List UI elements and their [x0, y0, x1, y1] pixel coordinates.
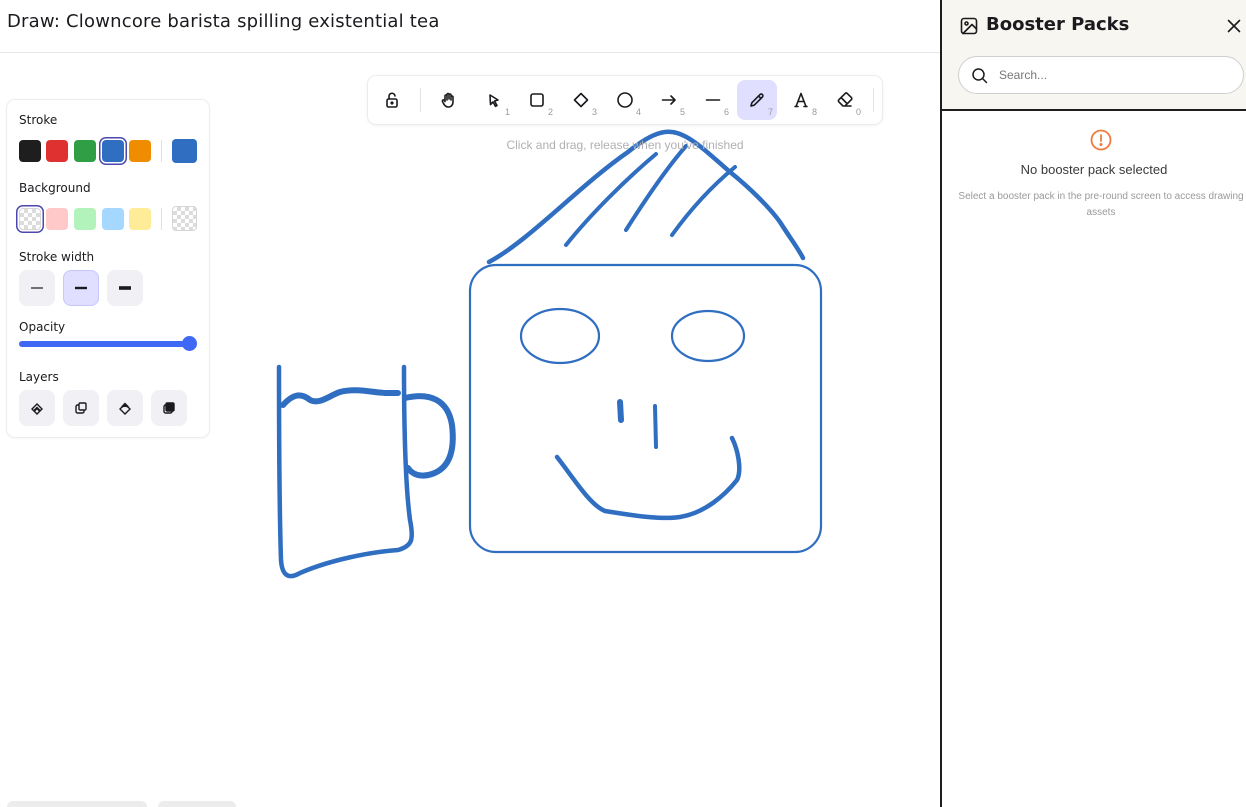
stroke-width-extra-bold-button[interactable]	[107, 270, 143, 306]
tool-arrow[interactable]: 5	[649, 80, 689, 120]
layers-label: Layers	[19, 370, 59, 384]
tool-eraser[interactable]: 0	[825, 80, 865, 120]
toolbar-divider	[873, 88, 874, 112]
stroke-width-bold-button[interactable]	[63, 270, 99, 306]
send-to-back-button[interactable]	[19, 390, 55, 426]
tool-shortcut: 7	[767, 107, 773, 117]
search-input[interactable]	[999, 65, 1229, 85]
sidebar-title: Booster Packs	[986, 14, 1130, 35]
rectangle-icon	[530, 93, 544, 107]
tool-hand[interactable]	[429, 80, 469, 120]
opacity-slider-thumb[interactable]	[182, 336, 197, 351]
pencil-icon	[750, 93, 764, 107]
tool-shortcut: 8	[811, 107, 817, 117]
page-title: Draw: Clowncore barista spilling existen…	[7, 11, 440, 32]
tool-shortcut: 6	[723, 107, 729, 117]
send-backward-button[interactable]	[63, 390, 99, 426]
tool-diamond[interactable]: 3	[561, 80, 601, 120]
tool-text[interactable]: 8	[781, 80, 821, 120]
canvas-hint: Click and drag, release when you've fini…	[506, 138, 744, 152]
bold-line-icon	[75, 286, 87, 290]
lock-icon	[386, 92, 398, 108]
background-swatch-yellow[interactable]	[129, 208, 151, 230]
background-label: Background	[19, 181, 91, 195]
line-icon	[705, 99, 721, 101]
tool-pencil[interactable]: 7	[737, 80, 777, 120]
bring-to-front-icon	[163, 402, 175, 414]
diamond-icon	[573, 92, 589, 108]
zoom-controls[interactable]	[7, 801, 147, 807]
empty-state-description: Select a booster pack in the pre-round s…	[958, 191, 1244, 218]
tool-ellipse[interactable]: 4	[605, 80, 645, 120]
swatch-divider	[161, 140, 162, 162]
tool-line[interactable]: 6	[693, 80, 733, 120]
stroke-width-label: Stroke width	[19, 250, 95, 264]
tool-rectangle[interactable]: 2	[517, 80, 557, 120]
tool-selection[interactable]: 1	[474, 80, 514, 120]
background-current-color[interactable]	[172, 206, 197, 231]
tool-lock[interactable]	[372, 80, 412, 120]
ellipse-icon	[617, 92, 633, 108]
bring-forward-button[interactable]	[107, 390, 143, 426]
alert-circle-icon	[1090, 129, 1112, 151]
extra-bold-line-icon	[119, 286, 131, 290]
opacity-label: Opacity	[19, 320, 66, 334]
toolbar-divider	[420, 88, 421, 112]
background-swatch-green[interactable]	[74, 208, 96, 230]
properties-panel: Stroke Background Stroke width Opacity L…	[7, 100, 209, 437]
empty-state-title: No booster pack selected	[1020, 162, 1168, 177]
selection-icon	[489, 94, 499, 108]
close-icon[interactable]	[1226, 18, 1242, 34]
bring-to-front-button[interactable]	[151, 390, 187, 426]
background-swatch-blue[interactable]	[102, 208, 124, 230]
search-box[interactable]	[958, 56, 1244, 94]
background-swatch-pink[interactable]	[46, 208, 68, 230]
stroke-width-thin-button[interactable]	[19, 270, 55, 306]
swatch-divider	[161, 208, 162, 230]
search-icon	[972, 68, 988, 84]
stroke-current-color[interactable]	[172, 139, 197, 163]
send-to-back-icon	[31, 403, 43, 415]
text-icon	[794, 92, 808, 108]
arrow-icon	[661, 95, 676, 105]
stroke-swatch-black[interactable]	[19, 140, 41, 162]
hand-icon	[441, 92, 454, 108]
stroke-swatch-green[interactable]	[74, 140, 96, 162]
tool-shortcut: 0	[855, 107, 861, 117]
tool-shortcut: 4	[635, 107, 641, 117]
image-icon	[960, 17, 978, 35]
sidebar-header: Booster Packs	[942, 0, 1246, 111]
undo-redo-controls[interactable]	[158, 801, 236, 807]
shape-toolbar: 1 2 3 4 5 6 7 8 0	[368, 76, 882, 124]
stroke-swatch-orange[interactable]	[129, 140, 151, 162]
tool-shortcut: 1	[504, 107, 510, 117]
stroke-label: Stroke	[19, 113, 58, 127]
tool-shortcut: 2	[547, 107, 553, 117]
send-backward-icon	[75, 402, 87, 414]
tool-shortcut: 5	[679, 107, 685, 117]
stroke-swatch-blue[interactable]	[102, 140, 124, 162]
eraser-icon	[837, 92, 853, 107]
bring-forward-icon	[119, 402, 131, 415]
stroke-swatch-red[interactable]	[46, 140, 68, 162]
thin-line-icon	[31, 287, 43, 289]
opacity-slider-track[interactable]	[19, 341, 189, 347]
tool-shortcut: 3	[591, 107, 597, 117]
booster-packs-sidebar: Booster Packs No booster pack selected S…	[940, 0, 1246, 807]
header-bar: Draw: Clowncore barista spilling existen…	[0, 0, 940, 53]
background-swatch-transparent[interactable]	[19, 208, 41, 230]
